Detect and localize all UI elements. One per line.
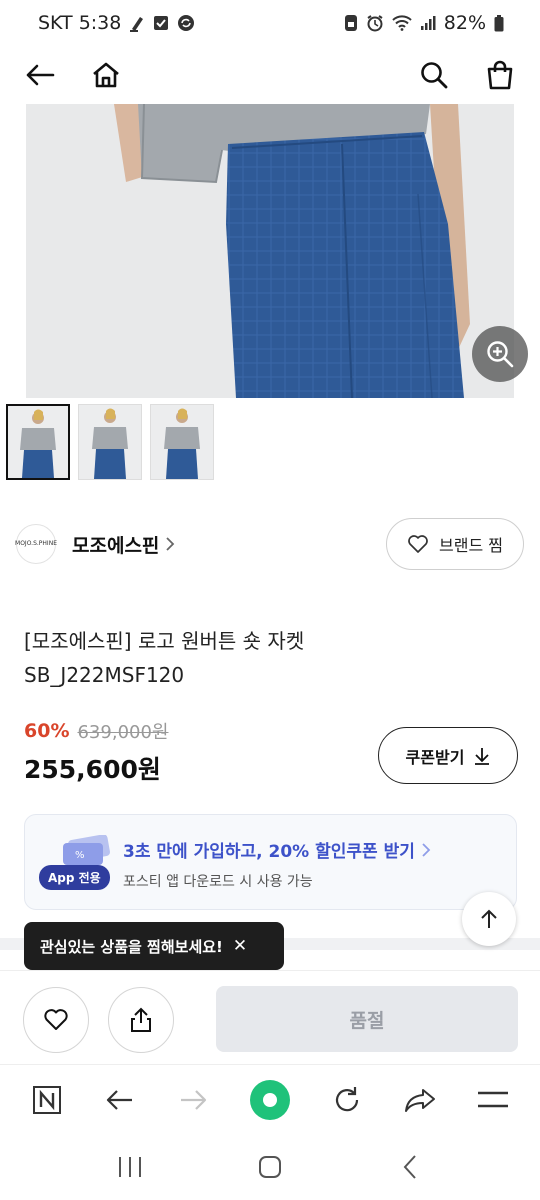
app-signup-banner[interactable]: % App 전용 3초 만에 가입하고, 20% 할인쿠폰 받기 포스티 앱 다… [24,814,517,910]
product-title-line2: SB_J222MSF120 [24,663,185,687]
coupon-label: 쿠폰받기 [405,747,465,767]
nav-home-icon[interactable] [252,1149,288,1185]
browser-forward-icon[interactable] [175,1082,211,1118]
status-left: SKT 5:38 [38,12,195,34]
browser-home-icon[interactable] [248,1078,292,1122]
menu-icon[interactable] [475,1082,511,1118]
share-forward-icon[interactable] [402,1082,438,1118]
signal-icon [420,15,436,31]
banner-subtitle: 포스티 앱 다운로드 시 사용 가능 [123,874,313,890]
recent-apps-icon[interactable] [112,1149,148,1185]
soldout-label: 품절 [349,1009,385,1032]
thumbnail-3[interactable] [150,404,214,480]
product-title: [모조에스핀] 로고 원버튼 숏 자켓 SB_J222MSF120 [24,624,484,692]
coupon-download-button[interactable]: 쿠폰받기 [378,727,518,784]
discount-rate: 60% [24,720,70,742]
brand-info: MOJO.S.PHINE 모조에스핀 [15,524,175,564]
battery-percent: 82% [443,12,486,34]
naver-n-icon[interactable] [29,1082,65,1118]
header-right [416,57,518,93]
tooltip-text: 관심있는 상품을 찜해보세요! [40,937,223,956]
chevron-right-icon [422,842,431,857]
search-icon[interactable] [416,57,452,93]
alarm-icon [366,14,384,32]
status-bar: SKT 5:38 82% [0,0,540,46]
brand-favorite-button[interactable]: 브랜드 찜 [386,518,524,570]
header-left [22,57,124,93]
heart-outline-icon [44,1009,68,1030]
browser-toolbar [0,1064,540,1134]
android-nav-bar [0,1134,540,1200]
discount-line: 60% 639,000원 [24,718,168,744]
home-icon[interactable] [88,57,124,93]
scroll-to-top-button[interactable] [462,892,516,946]
share-icon [131,1007,151,1032]
original-price: 639,000원 [77,722,169,743]
sync-notification-icon [177,14,195,32]
app-only-badge: App 전용 [39,865,110,890]
brand-name: 모조에스핀 [72,534,160,557]
battery-icon [494,14,504,32]
download-arrow-icon [475,747,490,765]
chevron-right-icon [166,537,175,551]
favorite-tooltip: 관심있는 상품을 찜해보세요! ✕ [24,922,284,979]
close-icon[interactable]: ✕ [233,936,247,956]
purchase-bar: 품절 [0,970,540,1062]
thumbnail-2[interactable] [78,404,142,480]
lock-app-icon [344,14,358,32]
browser-back-icon[interactable] [102,1082,138,1118]
thumbnail-1[interactable] [6,404,70,480]
brand-logo[interactable]: MOJO.S.PHINE [15,524,57,564]
nav-back-icon[interactable] [392,1149,428,1185]
product-title-line1: [모조에스핀] 로고 원버튼 숏 자켓 [24,629,305,653]
arrow-up-icon [481,909,497,928]
heart-outline-icon [408,535,428,553]
refresh-icon[interactable] [329,1082,365,1118]
share-button[interactable] [108,987,174,1053]
wifi-icon [392,15,412,31]
svg-text:%: % [75,850,85,861]
checkbox-notification-icon [153,15,169,31]
pen-notification-icon [129,14,145,32]
price-block: 60% 639,000원 255,600원 [24,718,168,786]
banner-title-text: 3초 만에 가입하고, 20% 할인쿠폰 받기 [123,842,415,862]
zoom-image-button[interactable] [472,326,528,382]
brand-name-link[interactable]: 모조에스핀 [72,531,175,558]
brand-row: MOJO.S.PHINE 모조에스핀 브랜드 찜 [15,516,524,572]
soldout-button[interactable]: 품절 [216,986,518,1052]
wishlist-button[interactable] [23,987,89,1053]
brand-logo-text: MOJO.S.PHINE [15,539,57,547]
top-header [0,46,540,104]
status-right: 82% [344,12,504,34]
thumbnail-strip [6,404,214,480]
carrier-time: SKT 5:38 [38,12,122,34]
shopping-bag-icon[interactable] [482,57,518,93]
brand-favorite-label: 브랜드 찜 [439,536,503,555]
sale-price: 255,600원 [24,755,161,784]
product-main-image[interactable] [26,104,514,398]
back-arrow-icon[interactable] [22,57,58,93]
zoom-in-icon [487,341,514,368]
banner-title: 3초 만에 가입하고, 20% 할인쿠폰 받기 [123,837,431,862]
